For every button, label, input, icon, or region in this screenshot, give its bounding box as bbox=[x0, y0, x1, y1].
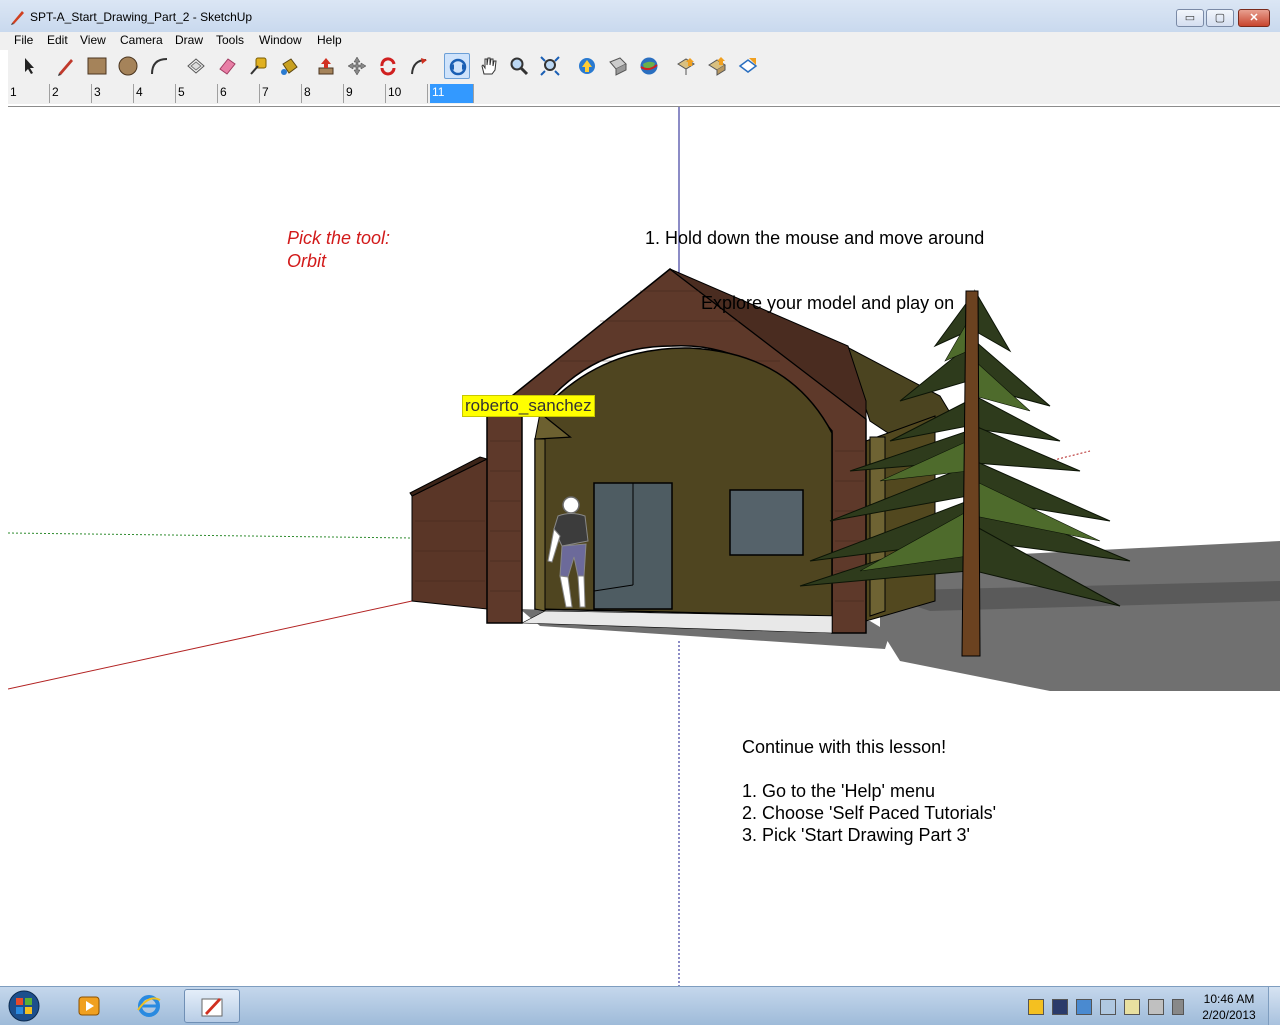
author-label: roberto_sanchez bbox=[462, 395, 595, 417]
close-button[interactable]: ✕ bbox=[1238, 9, 1270, 27]
menu-bar: File Edit View Camera Draw Tools Window … bbox=[0, 32, 1280, 50]
left-annex bbox=[409, 456, 489, 610]
internet-explorer-icon[interactable] bbox=[122, 989, 178, 1023]
preview-in-earth-icon[interactable] bbox=[735, 53, 761, 79]
tool-hint-label: Pick the tool: Orbit bbox=[287, 227, 390, 273]
sketchup-icon[interactable] bbox=[184, 989, 240, 1023]
tab-scene-5[interactable]: 5 bbox=[176, 84, 218, 103]
pencil-icon[interactable] bbox=[53, 53, 79, 79]
circle-icon[interactable] bbox=[115, 53, 141, 79]
google-earth-icon[interactable] bbox=[636, 53, 662, 79]
share-model-icon[interactable] bbox=[605, 53, 631, 79]
menu-window[interactable]: Window bbox=[259, 33, 302, 47]
tray-display-icon[interactable] bbox=[1052, 999, 1068, 1015]
eraser-icon[interactable] bbox=[214, 53, 240, 79]
continue-title: Continue with this lesson! bbox=[742, 737, 947, 757]
maximize-button[interactable]: ▢ bbox=[1206, 9, 1234, 27]
continue-step-2: 2. Choose 'Self Paced Tutorials' bbox=[742, 803, 997, 823]
tab-scene-7[interactable]: 7 bbox=[260, 84, 302, 103]
tool-hint-line2: Orbit bbox=[287, 251, 327, 271]
push-pull-icon[interactable] bbox=[313, 53, 339, 79]
start-button[interactable] bbox=[4, 989, 44, 1023]
follow-me-icon[interactable] bbox=[406, 53, 432, 79]
main-toolbar bbox=[8, 50, 1280, 85]
move-icon[interactable] bbox=[344, 53, 370, 79]
tab-scene-6[interactable]: 6 bbox=[218, 84, 260, 103]
pan-icon[interactable] bbox=[475, 53, 501, 79]
taskbar: 10:46 AM 2/20/2013 bbox=[0, 986, 1280, 1025]
media-player-icon[interactable] bbox=[62, 989, 118, 1023]
drawing-viewport[interactable]: Pick the tool: Orbit 1. Hold down the mo… bbox=[8, 106, 1280, 987]
continue-step-1: 1. Go to the 'Help' menu bbox=[742, 781, 935, 801]
red-axis-line bbox=[8, 600, 413, 690]
tray-flag-icon[interactable] bbox=[1124, 999, 1140, 1015]
tray-network-icon[interactable] bbox=[1076, 999, 1092, 1015]
tab-scene-2[interactable]: 2 bbox=[50, 84, 92, 103]
select-icon[interactable] bbox=[16, 53, 42, 79]
clock-date: 2/20/2013 bbox=[1202, 1008, 1256, 1022]
window-title: SPT-A_Start_Drawing_Part_2 - SketchUp bbox=[30, 10, 253, 24]
continue-step-3: 3. Pick 'Start Drawing Part 3' bbox=[742, 825, 970, 845]
tab-scene-3[interactable]: 3 bbox=[92, 84, 134, 103]
menu-file[interactable]: File bbox=[14, 33, 33, 47]
front-window bbox=[729, 489, 804, 556]
menu-help[interactable]: Help bbox=[317, 33, 342, 47]
tray-show-icons-icon[interactable] bbox=[1028, 999, 1044, 1015]
sketchup-app-icon bbox=[11, 11, 24, 25]
tray-connection-icon[interactable] bbox=[1148, 999, 1164, 1015]
model-scene bbox=[8, 107, 1280, 987]
orbit-icon[interactable] bbox=[444, 53, 470, 79]
clock-time: 10:46 AM bbox=[1203, 992, 1255, 1006]
menu-camera[interactable]: Camera bbox=[120, 33, 163, 47]
share-component-icon[interactable] bbox=[704, 53, 730, 79]
make-component-icon[interactable] bbox=[183, 53, 209, 79]
system-clock[interactable]: 10:46 AM 2/20/2013 bbox=[1196, 991, 1262, 1023]
rectangle-icon[interactable] bbox=[84, 53, 110, 79]
tab-scene-1[interactable]: 1 bbox=[8, 84, 50, 103]
tab-scene-11[interactable]: 11 bbox=[430, 84, 474, 103]
zoom-icon[interactable] bbox=[506, 53, 532, 79]
tape-measure-icon[interactable] bbox=[245, 53, 271, 79]
menu-tools[interactable]: Tools bbox=[216, 33, 244, 47]
paint-bucket-icon[interactable] bbox=[276, 53, 302, 79]
rotate-icon[interactable] bbox=[375, 53, 401, 79]
menu-view[interactable]: View bbox=[80, 33, 106, 47]
arc-icon[interactable] bbox=[146, 53, 172, 79]
explore-text: Explore your model and play on bbox=[701, 293, 955, 313]
tool-hint-line1: Pick the tool: bbox=[287, 228, 391, 248]
get-models-icon[interactable] bbox=[574, 53, 600, 79]
scene-tabs: 1 2 3 4 5 6 7 8 9 10 11 bbox=[8, 84, 1280, 104]
get-photo-texture-icon[interactable] bbox=[673, 53, 699, 79]
tray-volume-icon[interactable] bbox=[1172, 999, 1184, 1015]
minimize-button[interactable]: ▭ bbox=[1176, 9, 1204, 27]
zoom-extents-icon[interactable] bbox=[537, 53, 563, 79]
tray-printer-icon[interactable] bbox=[1100, 999, 1116, 1015]
tab-scene-8[interactable]: 8 bbox=[302, 84, 344, 103]
tab-scene-9[interactable]: 9 bbox=[344, 84, 386, 103]
tab-scene-10[interactable]: 10 bbox=[386, 84, 428, 103]
green-axis-dashed bbox=[8, 532, 413, 539]
show-desktop-button[interactable] bbox=[1268, 987, 1280, 1025]
title-bar: SPT-A_Start_Drawing_Part_2 - SketchUp ▭ … bbox=[0, 0, 1280, 32]
instruction-text: 1. Hold down the mouse and move around bbox=[645, 228, 985, 248]
tab-scene-4[interactable]: 4 bbox=[134, 84, 176, 103]
menu-edit[interactable]: Edit bbox=[47, 33, 68, 47]
menu-draw[interactable]: Draw bbox=[175, 33, 203, 47]
